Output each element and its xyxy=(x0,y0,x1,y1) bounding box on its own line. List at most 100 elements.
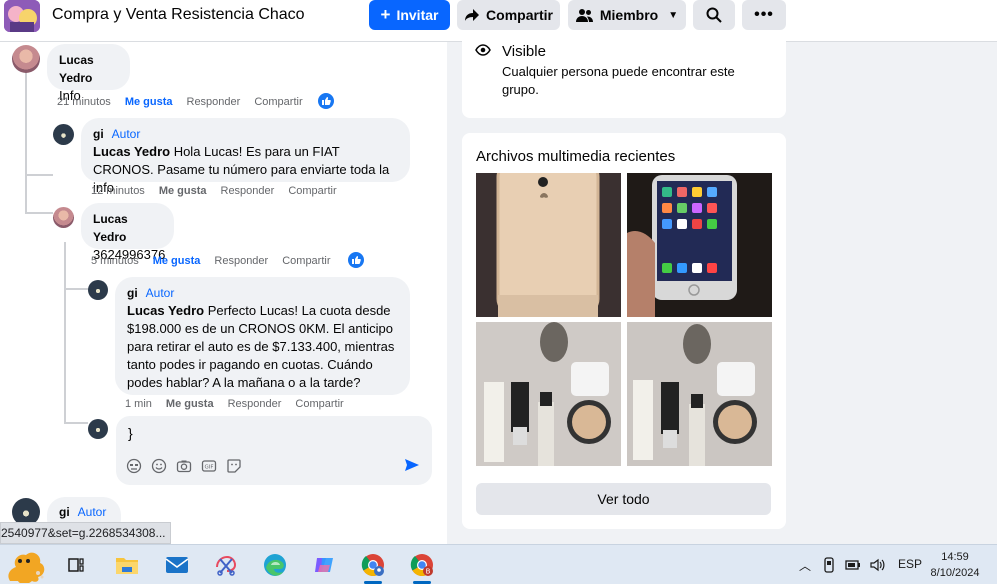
share-button[interactable]: Compartir xyxy=(457,0,560,30)
share-label: Compartir xyxy=(486,7,553,23)
task-view-icon[interactable] xyxy=(62,551,90,579)
member-button[interactable]: Miembro ▼ xyxy=(568,0,686,30)
author-badge: Autor xyxy=(111,127,141,141)
avatar[interactable] xyxy=(53,207,74,228)
widgets-icon[interactable] xyxy=(2,547,46,583)
group-avatar[interactable] xyxy=(4,0,40,32)
chrome-profile-icon[interactable] xyxy=(359,551,387,579)
emoji-icon[interactable] xyxy=(151,458,167,474)
comment-actions: 5 minutos Me gusta Responder Compartir xyxy=(91,255,331,267)
battery-icon[interactable] xyxy=(845,558,861,572)
comment-time[interactable]: 1 min xyxy=(125,398,152,410)
share-arrow-icon xyxy=(465,9,480,21)
like-reaction-icon[interactable] xyxy=(348,252,364,268)
media-thumbnail[interactable] xyxy=(476,173,621,317)
group-title[interactable]: Compra y Venta Resistencia Chaco xyxy=(52,6,305,24)
share-comment-button[interactable]: Compartir xyxy=(288,185,336,197)
mention-link[interactable]: Lucas Yedro xyxy=(127,303,204,318)
svg-text:B: B xyxy=(426,568,431,576)
thread-line xyxy=(25,212,53,214)
clock-time: 14:59 xyxy=(941,551,969,563)
plus-icon: + xyxy=(380,5,391,24)
volume-icon[interactable] xyxy=(869,557,885,573)
mention-link[interactable]: Lucas Yedro xyxy=(93,144,170,159)
avatar[interactable] xyxy=(53,124,74,145)
language-indicator[interactable]: ESP xyxy=(898,557,922,571)
media-thumbnail[interactable] xyxy=(476,322,621,466)
visibility-card: Visible Cualquier persona puede encontra… xyxy=(462,30,786,118)
avatar[interactable] xyxy=(12,45,40,73)
link-url-tooltip: 2540977&set=g.2268534308... xyxy=(0,522,171,544)
meet-now-icon[interactable] xyxy=(822,557,836,573)
like-button[interactable]: Me gusta xyxy=(159,185,207,197)
comment-author[interactable]: gi xyxy=(93,127,104,141)
system-clock[interactable]: 14:59 8/10/2024 xyxy=(925,549,985,581)
comment-author[interactable]: gi xyxy=(127,286,138,300)
svg-text:GIF: GIF xyxy=(204,465,213,471)
see-all-button[interactable]: Ver todo xyxy=(476,483,771,515)
comment-time[interactable]: 21 minutos xyxy=(57,96,111,108)
search-icon xyxy=(706,7,722,23)
ellipsis-icon: ••• xyxy=(754,6,774,23)
edge-browser-icon[interactable] xyxy=(261,551,289,579)
reply-button[interactable]: Responder xyxy=(214,255,268,267)
comment-actions: 21 minutos Me gusta Responder Compartir xyxy=(57,96,303,108)
reply-button[interactable]: Responder xyxy=(221,185,275,197)
share-comment-button[interactable]: Compartir xyxy=(282,255,330,267)
send-icon[interactable] xyxy=(404,457,420,473)
taskbar: B ︿ ESP 14:59 8/10/2024 xyxy=(0,544,997,584)
comment-author[interactable]: Lucas Yedro xyxy=(93,210,162,246)
invite-button[interactable]: + Invitar xyxy=(369,0,450,30)
share-comment-button[interactable]: Compartir xyxy=(295,398,343,410)
thread-line xyxy=(25,174,27,214)
like-button[interactable]: Me gusta xyxy=(125,96,173,108)
sticker-icon[interactable] xyxy=(226,458,242,474)
share-comment-button[interactable]: Compartir xyxy=(254,96,302,108)
comment-bubble: Lucas Yedro 3624996376 xyxy=(81,203,174,262)
thread-line xyxy=(64,422,88,424)
reply-button[interactable]: Responder xyxy=(187,96,241,108)
reply-button[interactable]: Responder xyxy=(228,398,282,410)
recent-media-card: Archivos multimedia recientes Ver todo xyxy=(462,133,786,529)
visibility-title: Visible xyxy=(502,43,546,60)
like-button[interactable]: Me gusta xyxy=(166,398,214,410)
gif-icon[interactable]: GIF xyxy=(201,458,217,474)
comment-author[interactable]: gi xyxy=(59,505,70,519)
thread-line xyxy=(25,174,53,176)
author-badge: Autor xyxy=(145,286,175,300)
media-thumbnail[interactable] xyxy=(627,322,772,466)
comment-time[interactable]: 12 minutos xyxy=(91,185,145,197)
like-reaction-icon[interactable] xyxy=(318,93,334,109)
like-button[interactable]: Me gusta xyxy=(153,255,201,267)
people-icon xyxy=(575,9,593,22)
visibility-description: Cualquier persona puede encontrar este g… xyxy=(502,64,735,97)
member-label: Miembro xyxy=(599,7,659,23)
chevron-up-icon[interactable]: ︿ xyxy=(799,557,811,574)
avatar[interactable] xyxy=(88,280,108,300)
reply-tools: GIF xyxy=(126,458,242,474)
reply-input[interactable]: } GIF xyxy=(116,416,432,485)
current-user-avatar[interactable] xyxy=(88,419,108,439)
snipping-tool-icon[interactable] xyxy=(212,551,240,579)
thread-line xyxy=(64,288,88,290)
more-options-button[interactable]: ••• xyxy=(742,0,786,30)
chrome-icon[interactable]: B xyxy=(408,551,436,579)
comment-author[interactable]: Lucas Yedro xyxy=(59,51,118,87)
comment-bubble: gi Autor Lucas Yedro Hola Lucas! Es para … xyxy=(81,118,410,195)
media-title: Archivos multimedia recientes xyxy=(476,148,676,165)
file-explorer-icon[interactable] xyxy=(113,551,141,579)
copilot-icon[interactable] xyxy=(310,551,338,579)
media-thumbnail[interactable] xyxy=(627,173,772,317)
caret-down-icon: ▼ xyxy=(668,9,679,21)
comment-actions: 1 min Me gusta Responder Compartir xyxy=(125,398,344,410)
invite-label: Invitar xyxy=(396,7,439,23)
comment-time[interactable]: 5 minutos xyxy=(91,255,139,267)
camera-icon[interactable] xyxy=(176,458,192,474)
mail-icon[interactable] xyxy=(163,551,191,579)
thread-line xyxy=(64,242,66,424)
comments-panel: Lucas Yedro Info 21 minutos Me gusta Res… xyxy=(0,42,447,544)
eye-icon xyxy=(475,44,491,56)
reply-input-text[interactable]: } xyxy=(128,425,133,441)
avatar-sticker-icon[interactable] xyxy=(126,458,142,474)
search-button[interactable] xyxy=(693,0,735,30)
